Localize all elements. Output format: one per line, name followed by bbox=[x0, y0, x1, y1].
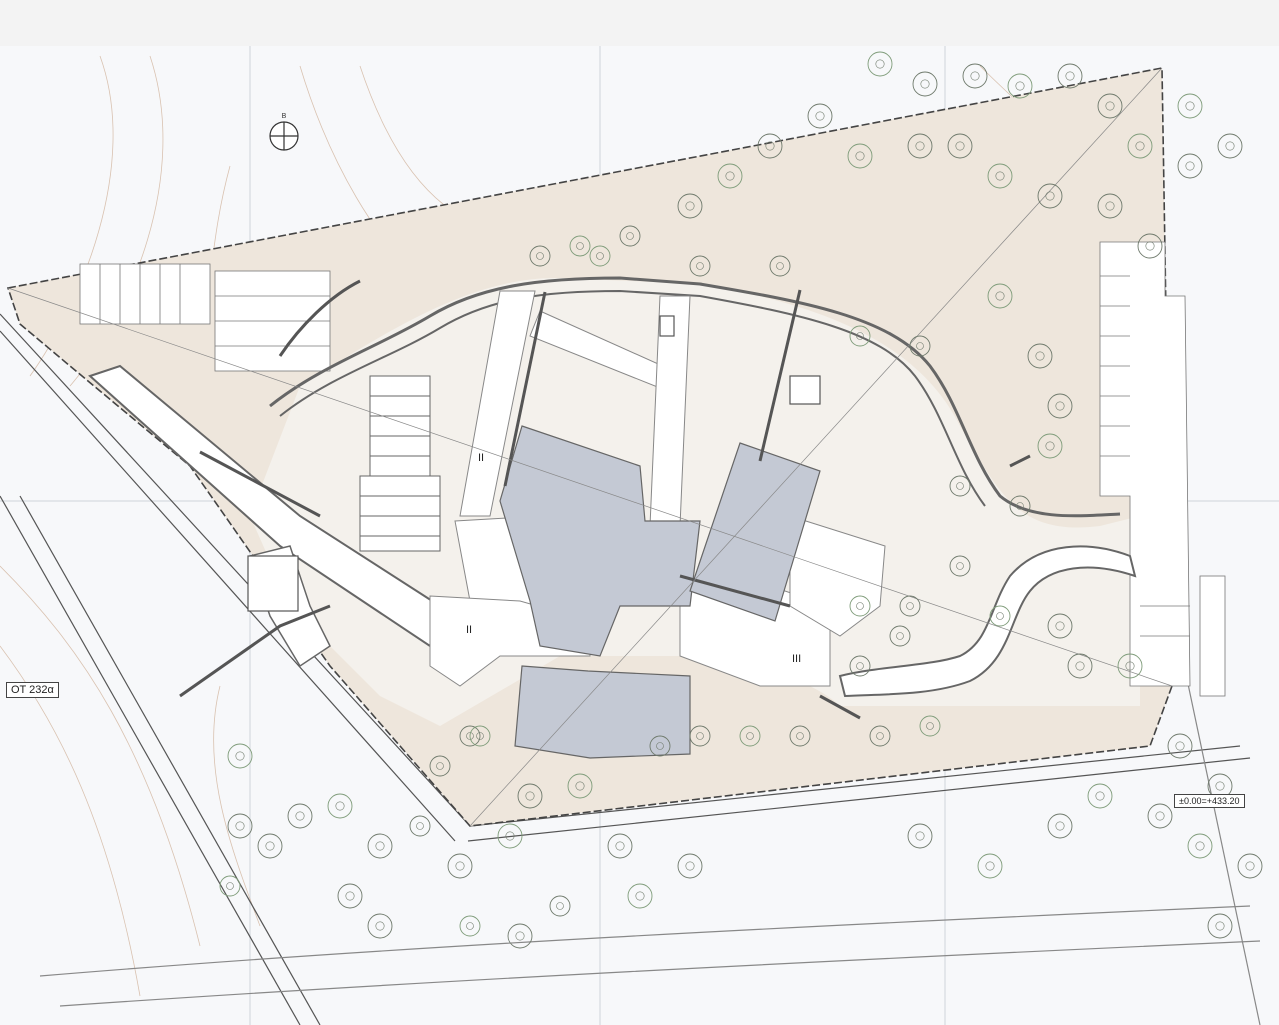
tree-trunk-mark bbox=[1095, 791, 1105, 801]
tree-icon bbox=[227, 813, 253, 839]
tree-icon bbox=[912, 71, 938, 97]
tree-trunk-mark bbox=[295, 811, 305, 821]
tree-trunk-mark bbox=[375, 921, 385, 931]
tree-icon bbox=[1177, 153, 1203, 179]
tree-icon bbox=[1177, 93, 1203, 119]
tree-icon bbox=[287, 803, 313, 829]
tree-trunk-mark bbox=[466, 922, 474, 930]
tree-trunk-mark bbox=[455, 861, 465, 871]
tree-trunk-mark bbox=[1185, 101, 1195, 111]
tree-trunk-mark bbox=[815, 111, 825, 121]
tree-trunk-mark bbox=[265, 841, 275, 851]
site-plan-sheet: B II II III ΟΤ 232α ±0.00=+433.20 bbox=[0, 46, 1279, 1025]
tree-trunk-mark bbox=[1015, 81, 1025, 91]
tree-trunk-mark bbox=[635, 891, 645, 901]
tree-icon bbox=[447, 853, 473, 879]
tree-icon bbox=[1087, 783, 1113, 809]
tree-icon bbox=[807, 103, 833, 129]
tree-icon bbox=[1047, 813, 1073, 839]
tree-trunk-mark bbox=[335, 801, 345, 811]
tree-trunk-mark bbox=[1065, 71, 1075, 81]
tree-icon bbox=[1057, 63, 1083, 89]
tree-icon bbox=[1237, 853, 1263, 879]
tree-icon bbox=[1217, 133, 1243, 159]
tree-icon bbox=[219, 875, 241, 897]
tree-trunk-mark bbox=[556, 902, 564, 910]
tree-icon bbox=[367, 913, 393, 939]
tree-icon bbox=[977, 853, 1003, 879]
tree-icon bbox=[1207, 913, 1233, 939]
tree-icon bbox=[227, 743, 253, 769]
tree-trunk-mark bbox=[1215, 781, 1225, 791]
tree-trunk-mark bbox=[375, 841, 385, 851]
tree-trunk-mark bbox=[915, 831, 925, 841]
tree-trunk-mark bbox=[416, 822, 424, 830]
building-label-mid: II bbox=[466, 624, 472, 636]
building-label-right: III bbox=[792, 653, 801, 665]
tree-icon bbox=[257, 833, 283, 859]
tree-trunk-mark bbox=[226, 882, 234, 890]
tree-trunk-mark bbox=[1155, 811, 1165, 821]
tree-icon bbox=[1187, 833, 1213, 859]
tree-icon bbox=[367, 833, 393, 859]
tree-trunk-mark bbox=[875, 59, 885, 69]
tree-trunk-mark bbox=[685, 861, 695, 871]
elevation-reference: ±0.00=+433.20 bbox=[1174, 794, 1245, 808]
tree-icon bbox=[627, 883, 653, 909]
block-label: ΟΤ 232α bbox=[6, 682, 59, 698]
tree-icon bbox=[677, 853, 703, 879]
tree-trunk-mark bbox=[1175, 741, 1185, 751]
terrace-stairs bbox=[359, 375, 441, 552]
tree-icon bbox=[907, 823, 933, 849]
site-plan-drawing: B II II III bbox=[0, 46, 1279, 1025]
tree-icon bbox=[607, 833, 633, 859]
building-label-top: II bbox=[478, 452, 484, 464]
tree-icon bbox=[1147, 803, 1173, 829]
north-label: B bbox=[282, 113, 287, 120]
tree-trunk-mark bbox=[970, 71, 980, 81]
tree-icon bbox=[327, 793, 353, 819]
tree-icon bbox=[409, 815, 431, 837]
tree-icon bbox=[459, 915, 481, 937]
tree-trunk-mark bbox=[1215, 921, 1225, 931]
building-wing-south bbox=[514, 665, 691, 759]
north-arrow-icon: B bbox=[269, 113, 299, 151]
tree-icon bbox=[549, 895, 571, 917]
tree-trunk-mark bbox=[235, 751, 245, 761]
window-top-bar bbox=[0, 0, 1279, 46]
tree-trunk-mark bbox=[1195, 841, 1205, 851]
tree-trunk-mark bbox=[985, 861, 995, 871]
tree-icon bbox=[867, 51, 893, 77]
tree-trunk-mark bbox=[1185, 161, 1195, 171]
tree-trunk-mark bbox=[515, 931, 525, 941]
tree-icon bbox=[507, 923, 533, 949]
tree-trunk-mark bbox=[345, 891, 355, 901]
tree-icon bbox=[1167, 733, 1193, 759]
tree-trunk-mark bbox=[920, 79, 930, 89]
tree-trunk-mark bbox=[1055, 821, 1065, 831]
tree-trunk-mark bbox=[235, 821, 245, 831]
tree-trunk-mark bbox=[1245, 861, 1255, 871]
tree-trunk-mark bbox=[1225, 141, 1235, 151]
tree-trunk-mark bbox=[615, 841, 625, 851]
tree-icon bbox=[337, 883, 363, 909]
tree-icon bbox=[962, 63, 988, 89]
